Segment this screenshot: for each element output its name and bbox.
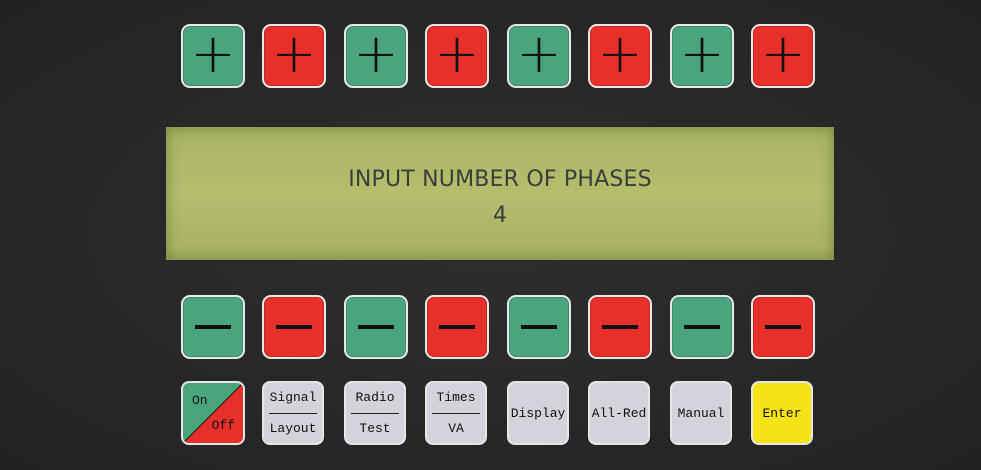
off-label: Off — [211, 418, 235, 433]
plus-icon: + — [597, 22, 643, 85]
lcd-display: INPUT NUMBER OF PHASES 4 — [166, 127, 834, 260]
phase-8-minus-button[interactable] — [751, 295, 815, 359]
display-prompt: INPUT NUMBER OF PHASES — [348, 167, 652, 192]
phase-8-plus-button[interactable]: + — [751, 24, 815, 88]
signal-label: Signal — [269, 390, 317, 405]
phase-3-plus-button[interactable]: + — [344, 24, 408, 88]
minus-icon — [358, 325, 394, 329]
phase-6-minus-button[interactable] — [588, 295, 652, 359]
manual-label: Manual — [677, 405, 725, 421]
radio-label: Radio — [355, 390, 395, 405]
on-label: On — [192, 393, 208, 408]
phase-4-minus-button[interactable] — [425, 295, 489, 359]
minus-icon — [602, 325, 638, 329]
phase-1-minus-button[interactable] — [181, 295, 245, 359]
phase-2-minus-button[interactable] — [262, 295, 326, 359]
minus-icon — [195, 325, 231, 329]
plus-icon: + — [434, 22, 480, 85]
minus-icon — [276, 325, 312, 329]
phase-5-minus-button[interactable] — [507, 295, 571, 359]
display-button[interactable]: Display — [507, 381, 569, 445]
radio-test-button[interactable]: Radio Test — [344, 381, 406, 445]
plus-icon: + — [271, 22, 317, 85]
all-red-label: All-Red — [591, 405, 647, 421]
divider — [269, 413, 317, 414]
all-red-button[interactable]: All-Red — [588, 381, 650, 445]
plus-icon: + — [353, 22, 399, 85]
phase-7-minus-button[interactable] — [670, 295, 734, 359]
layout-label: Layout — [269, 421, 317, 436]
on-off-button[interactable]: On Off — [181, 381, 245, 445]
va-label: VA — [448, 421, 464, 436]
plus-icon: + — [760, 22, 806, 85]
display-label: Display — [510, 405, 566, 421]
test-label: Test — [359, 421, 391, 436]
plus-icon: + — [190, 22, 236, 85]
minus-icon — [521, 325, 557, 329]
phase-5-plus-button[interactable]: + — [507, 24, 571, 88]
enter-label: Enter — [762, 405, 802, 421]
phase-2-plus-button[interactable]: + — [262, 24, 326, 88]
minus-icon — [684, 325, 720, 329]
phase-7-plus-button[interactable]: + — [670, 24, 734, 88]
divider — [432, 413, 480, 414]
manual-button[interactable]: Manual — [670, 381, 732, 445]
minus-icon — [765, 325, 801, 329]
phase-6-plus-button[interactable]: + — [588, 24, 652, 88]
phase-4-plus-button[interactable]: + — [425, 24, 489, 88]
times-label: Times — [436, 390, 476, 405]
phase-3-minus-button[interactable] — [344, 295, 408, 359]
phase-1-plus-button[interactable]: + — [181, 24, 245, 88]
display-value: 4 — [493, 203, 507, 228]
plus-icon: + — [679, 22, 725, 85]
plus-icon: + — [516, 22, 562, 85]
minus-icon — [439, 325, 475, 329]
signal-layout-button[interactable]: Signal Layout — [262, 381, 324, 445]
divider — [351, 413, 399, 414]
enter-button[interactable]: Enter — [751, 381, 813, 445]
times-va-button[interactable]: Times VA — [425, 381, 487, 445]
controller-panel: + + + + + + + + INPUT NUMBER OF PHASES 4… — [0, 0, 981, 470]
